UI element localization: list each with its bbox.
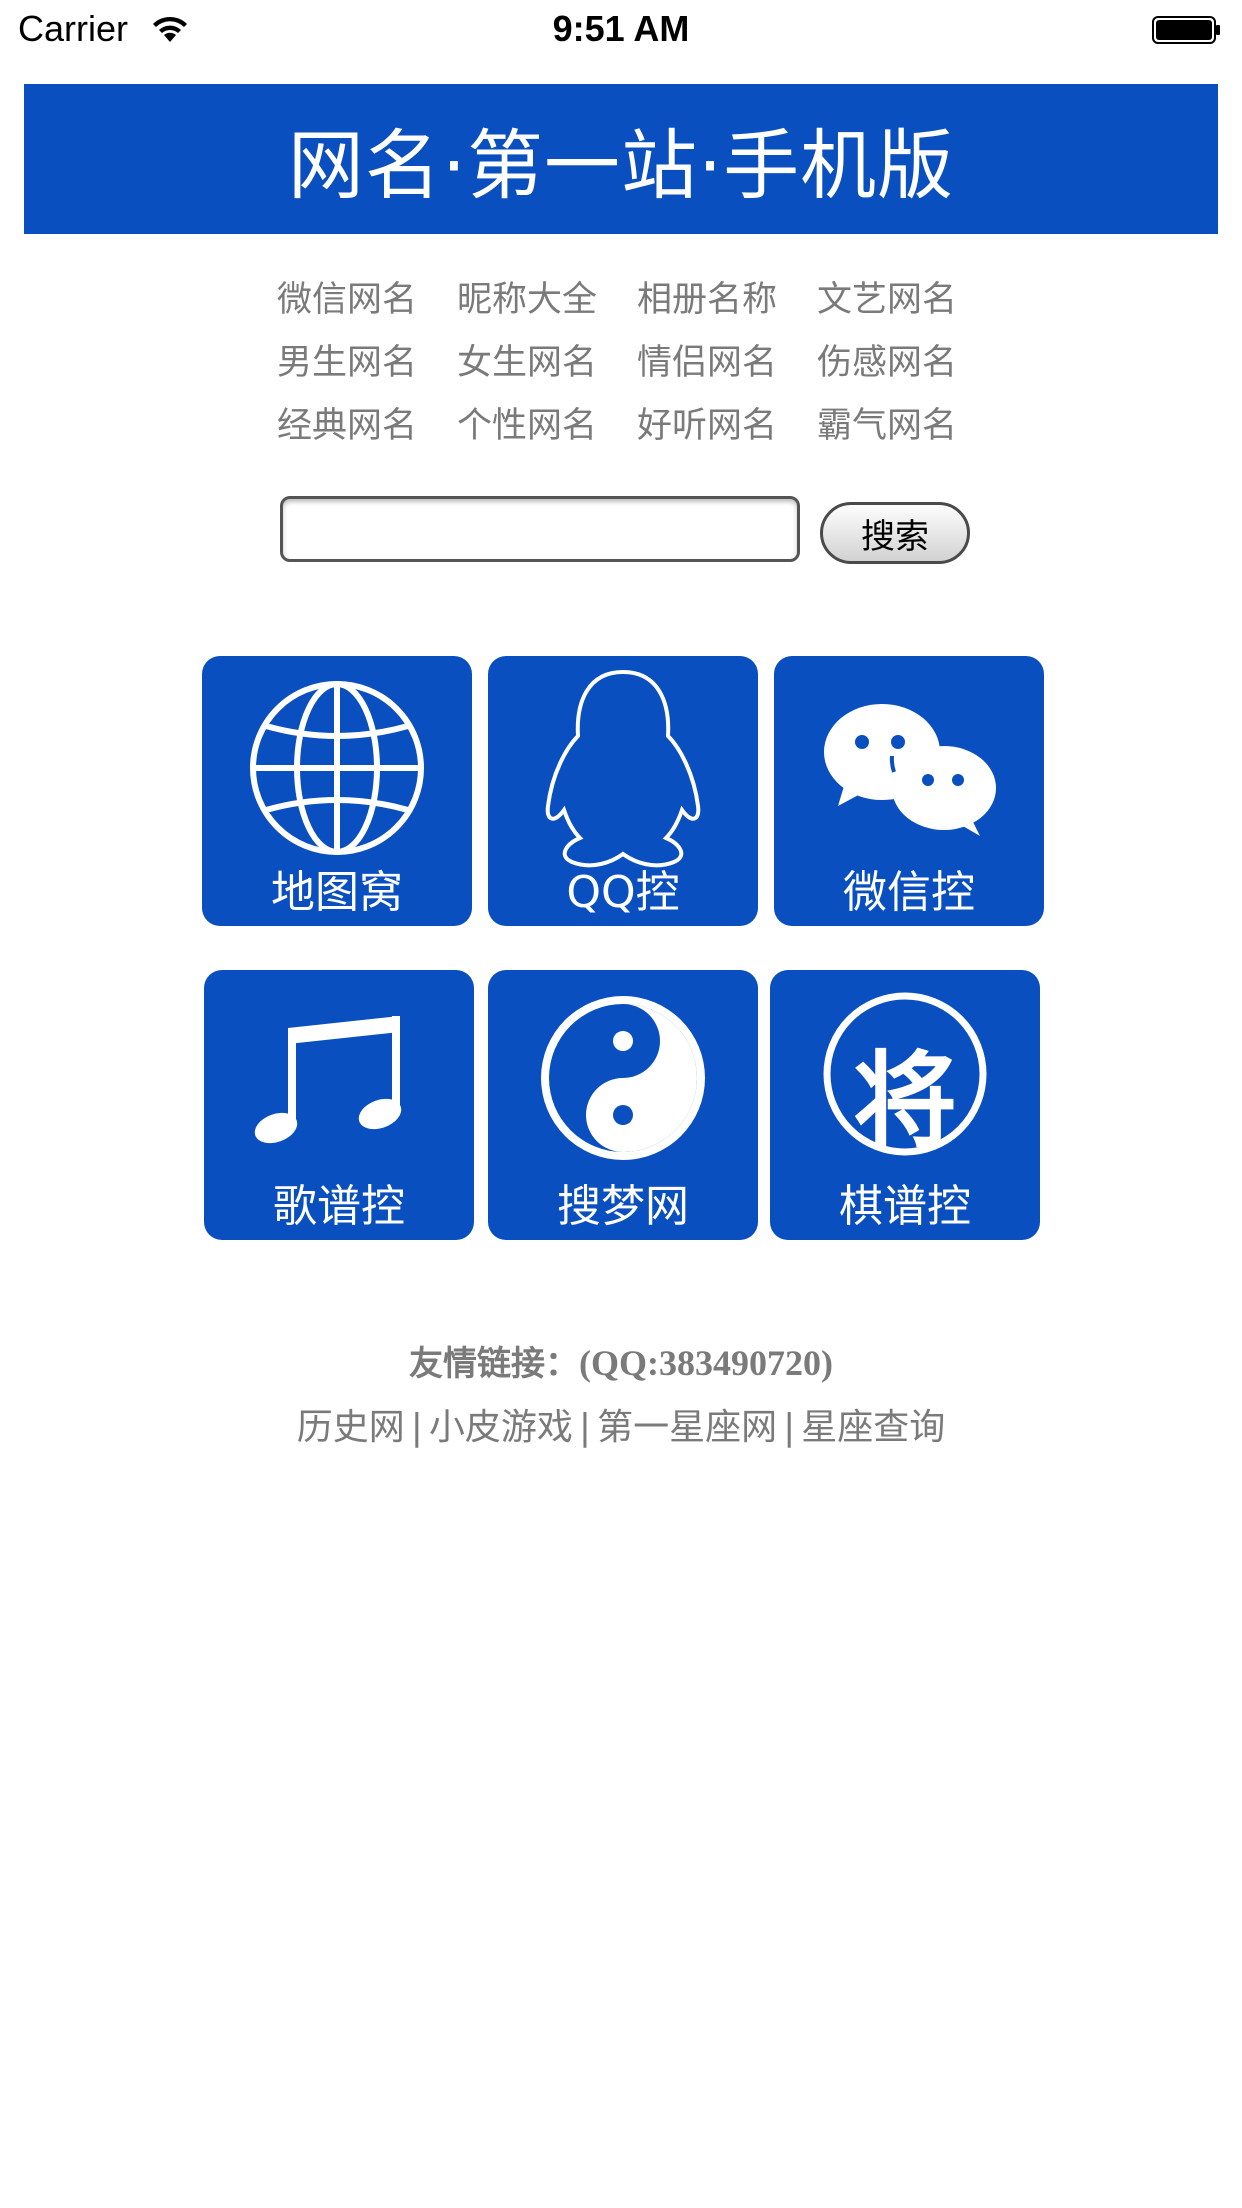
link-separator: |	[578, 1407, 592, 1448]
tile-label: QQ控	[566, 867, 680, 918]
friend-links-label: 友情链接：	[409, 1344, 580, 1384]
chess-piece-char: 将	[852, 1040, 957, 1162]
link-separator: |	[410, 1407, 423, 1448]
friend-links-heading: 友情链接：(QQ:383490720)	[0, 1336, 1242, 1385]
category-link[interactable]: 微信网名	[277, 272, 457, 329]
tile-soumeng[interactable]: 搜梦网	[488, 970, 758, 1240]
category-link[interactable]: 好听网名	[637, 398, 817, 455]
tile-gepu[interactable]: 歌谱控	[204, 970, 474, 1240]
site-header-banner[interactable]: 网名·第一站·手机版	[24, 84, 1218, 234]
search-input[interactable]	[280, 496, 800, 562]
friend-link[interactable]: 星座查询	[801, 1407, 945, 1448]
friend-links: 历史网 | 小皮游戏 | 第一星座网 | 星座查询	[0, 1398, 1242, 1450]
tile-label: 微信控	[843, 867, 975, 918]
friend-link[interactable]: 第一星座网	[597, 1407, 777, 1448]
category-link[interactable]: 经典网名	[277, 398, 457, 455]
category-link[interactable]: 情侣网名	[637, 335, 817, 392]
site-title: 网名·第一站·手机版	[287, 121, 955, 210]
category-link[interactable]: 文艺网名	[817, 272, 997, 329]
tile-weixin[interactable]: 微信控	[774, 656, 1044, 926]
status-bar: Carrier 9:51 AM	[0, 0, 1242, 60]
tile-label: 地图窝	[271, 867, 403, 918]
search-button-label: 搜索	[861, 516, 929, 557]
category-link[interactable]: 女生网名	[457, 335, 637, 392]
tile-label: 搜梦网	[557, 1181, 689, 1232]
search-button[interactable]: 搜索	[820, 502, 970, 564]
qq-number: (QQ:383490720)	[579, 1343, 833, 1383]
battery-icon	[1152, 16, 1220, 44]
category-link[interactable]: 男生网名	[277, 335, 457, 392]
category-link[interactable]: 个性网名	[457, 398, 637, 455]
tile-qq[interactable]: QQ控	[488, 656, 758, 926]
friend-link[interactable]: 历史网	[297, 1407, 405, 1448]
tile-ditu[interactable]: 地图窝	[202, 656, 472, 926]
tile-label: 歌谱控	[273, 1181, 405, 1232]
category-link[interactable]: 霸气网名	[817, 398, 997, 455]
tile-label: 棋谱控	[839, 1181, 971, 1232]
clock: 9:51 AM	[552, 8, 690, 49]
friend-link[interactable]: 小皮游戏	[429, 1407, 573, 1448]
tile-qipu[interactable]: 将 棋谱控	[770, 970, 1040, 1240]
link-separator: |	[783, 1407, 796, 1448]
category-link[interactable]: 相册名称	[637, 272, 817, 329]
category-link[interactable]: 昵称大全	[457, 272, 637, 329]
category-link[interactable]: 伤感网名	[817, 335, 997, 392]
category-grid: 微信网名 昵称大全 相册名称 文艺网名 男生网名 女生网名 情侣网名 伤感网名 …	[277, 272, 997, 455]
